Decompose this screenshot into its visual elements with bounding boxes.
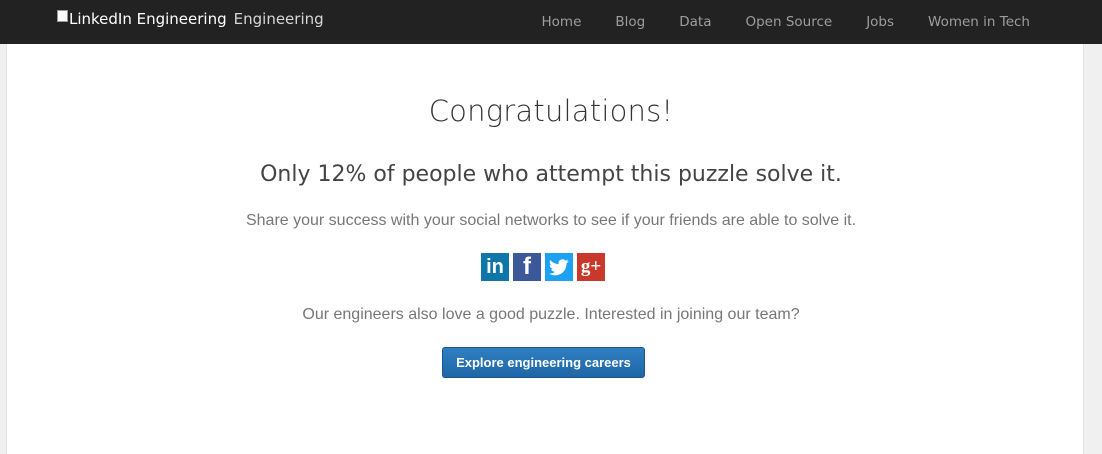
top-navbar: LinkedIn Engineering Engineering Home Bl… xyxy=(0,0,1102,44)
linkedin-share-button[interactable]: in xyxy=(481,253,509,281)
explore-careers-button[interactable]: Explore engineering careers xyxy=(442,347,645,378)
brand-text[interactable]: Engineering xyxy=(234,10,324,28)
share-prompt-text: Share your success with your social netw… xyxy=(245,212,857,229)
broken-image-icon xyxy=(57,10,68,22)
careers-prompt-text: Our engineers also love a good puzzle. I… xyxy=(302,306,800,323)
nav-link-jobs[interactable]: Jobs xyxy=(866,14,894,30)
google-plus-icon: g+ xyxy=(580,256,602,277)
nav-link-blog[interactable]: Blog xyxy=(615,14,645,30)
nav-links: Home Blog Data Open Source Jobs Women in… xyxy=(508,0,1030,44)
logo-alt-text: LinkedIn Engineering xyxy=(69,10,227,28)
linkedin-icon: in xyxy=(486,255,504,278)
twitter-share-button[interactable] xyxy=(545,253,573,281)
nav-link-women-in-tech[interactable]: Women in Tech xyxy=(928,14,1030,30)
nav-link-open-source[interactable]: Open Source xyxy=(745,14,832,30)
social-share-buttons: in f g+ xyxy=(481,253,609,281)
facebook-icon: f xyxy=(523,253,531,280)
puzzle-stat-text: Only 12% of people who attempt this puzz… xyxy=(260,162,842,187)
google-plus-share-button[interactable]: g+ xyxy=(577,253,605,281)
brand[interactable]: LinkedIn Engineering Engineering xyxy=(57,7,324,31)
twitter-icon xyxy=(549,258,569,275)
nav-link-data[interactable]: Data xyxy=(679,14,711,30)
logo-image[interactable]: LinkedIn Engineering xyxy=(57,10,227,28)
page-title: Congratulations! xyxy=(428,94,674,128)
facebook-share-button[interactable]: f xyxy=(513,253,541,281)
nav-link-home[interactable]: Home xyxy=(542,14,582,30)
